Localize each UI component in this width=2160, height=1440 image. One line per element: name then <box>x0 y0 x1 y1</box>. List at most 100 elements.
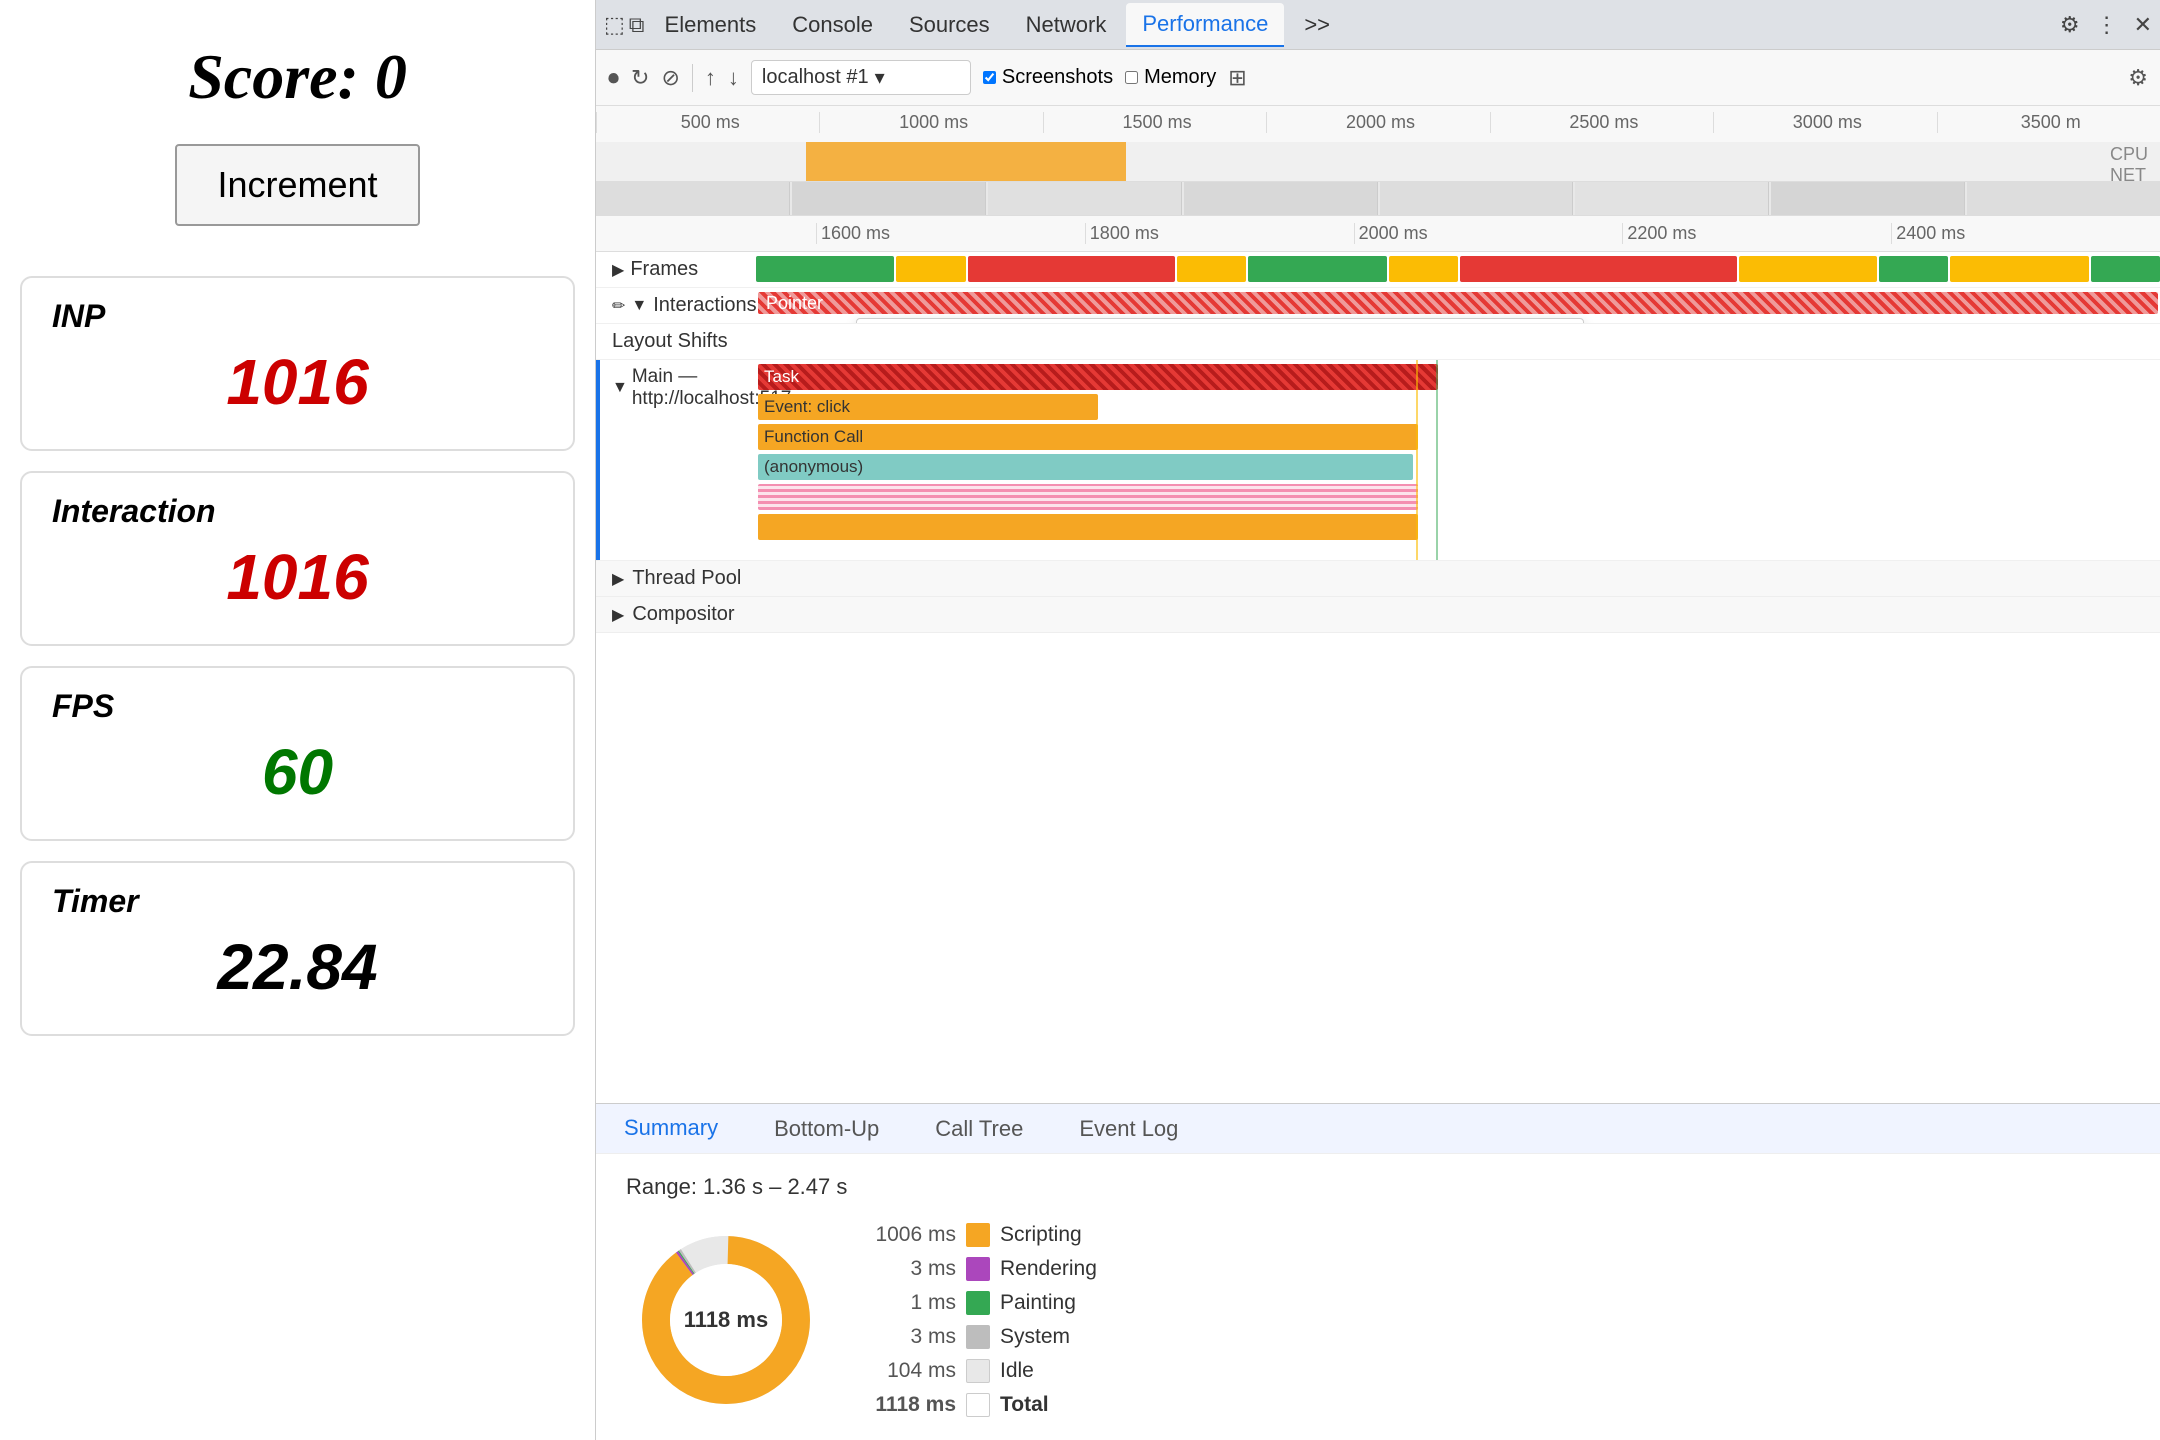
tab-bottom-up[interactable]: Bottom-Up <box>746 1104 907 1154</box>
score-title: Score: 0 <box>188 40 407 114</box>
layout-shifts-label[interactable]: Layout Shifts <box>596 330 756 353</box>
interactions-content: Pointer 1.02 s Pointer Long interaction … <box>756 288 2160 323</box>
ruler2-2000: 2000 ms <box>1354 223 1623 244</box>
main-thread-chevron[interactable]: ▼ <box>612 379 628 397</box>
timeline-ruler: 500 ms 1000 ms 1500 ms 2000 ms 2500 ms 3… <box>596 106 2160 142</box>
devtools-toolbar-icons: ⚙ ⋮ ✕ <box>2060 12 2152 38</box>
ruler2-2200: 2200 ms <box>1622 223 1891 244</box>
summary-content: 1118 ms 1006 ms Scripting 3 ms Rendering <box>626 1220 2130 1420</box>
interaction-tooltip: 1.02 s Pointer Long interaction is indic… <box>856 318 1584 323</box>
interactions-label[interactable]: ✏ ▼ Interactions <box>596 294 756 317</box>
cpu-highlight <box>806 142 1126 182</box>
devtools-tabbar: ⬚ ⧉ Elements Console Sources Network Per… <box>596 0 2160 50</box>
donut-center: 1118 ms <box>684 1307 768 1333</box>
session-selector[interactable]: localhost #1 ▾ <box>751 60 971 95</box>
timeline-labels: CPU NET <box>2110 144 2148 186</box>
timeline-overview[interactable]: 500 ms 1000 ms 1500 ms 2000 ms 2500 ms 3… <box>596 106 2160 216</box>
tab-network[interactable]: Network <box>1010 4 1123 46</box>
frames-bar <box>756 256 2160 282</box>
idle-swatch <box>966 1359 990 1383</box>
ruler-mark-3000: 3000 ms <box>1713 112 1936 133</box>
devtools-panel: ⬚ ⧉ Elements Console Sources Network Per… <box>595 0 2160 1440</box>
tab-elements[interactable]: Elements <box>649 4 773 46</box>
capture-icon[interactable]: ⊞ <box>1228 65 1246 91</box>
cpu-bar <box>596 142 2160 182</box>
compositor-chevron[interactable]: ▶ <box>612 605 624 625</box>
event-click-bar[interactable]: Event: click <box>758 394 1098 420</box>
ruler-mark-3500: 3500 m <box>1937 112 2160 133</box>
compositor-section[interactable]: ▶ Compositor <box>596 597 2160 633</box>
interactions-chevron[interactable]: ▼ <box>631 297 647 315</box>
tab-performance[interactable]: Performance <box>1126 3 1284 47</box>
timer-value: 22.84 <box>52 930 543 1004</box>
tab-summary[interactable]: Summary <box>596 1103 746 1155</box>
record-icon[interactable]: ⏺ <box>608 65 619 91</box>
system-swatch <box>966 1325 990 1349</box>
legend-idle: 104 ms Idle <box>866 1359 1097 1383</box>
thread-pool-section[interactable]: ▶ Thread Pool <box>596 561 2160 597</box>
settings2-icon[interactable]: ⚙ <box>2128 65 2148 91</box>
pencil-icon: ✏ <box>612 296 625 316</box>
task-bar[interactable]: Task <box>758 364 1438 390</box>
main-thread-section: ▼ Main — http://localhost:517 Task Event… <box>596 360 2160 561</box>
download-icon[interactable]: ↓ <box>728 65 739 91</box>
settings-icon[interactable]: ⚙ <box>2060 12 2080 38</box>
left-panel: Score: 0 Increment INP 1016 Interaction … <box>0 0 595 1440</box>
ruler-mark-500: 500 ms <box>596 112 819 133</box>
reload-icon[interactable]: ↻ <box>631 65 649 91</box>
memory-toggle[interactable]: Memory <box>1125 66 1216 89</box>
summary-legend: 1006 ms Scripting 3 ms Rendering 1 ms Pa… <box>866 1223 1097 1417</box>
frames-content <box>756 252 2160 287</box>
frames-label[interactable]: ▶ Frames <box>596 258 756 281</box>
ruler2-2400: 2400 ms <box>1891 223 2160 244</box>
legend-scripting: 1006 ms Scripting <box>866 1223 1097 1247</box>
bottom-tabs: Summary Bottom-Up Call Tree Event Log <box>596 1103 2160 1153</box>
close-icon[interactable]: ✕ <box>2134 12 2152 38</box>
interactions-track: ✏ ▼ Interactions Pointer 1.02 s Pointer … <box>596 288 2160 324</box>
legend-system: 3 ms System <box>866 1325 1097 1349</box>
memory-checkbox[interactable] <box>1125 71 1138 84</box>
device-icon[interactable]: ⧉ <box>629 12 645 38</box>
tab-event-log[interactable]: Event Log <box>1051 1104 1206 1154</box>
legend-painting: 1 ms Painting <box>866 1291 1097 1315</box>
ruler-mark-1500: 1500 ms <box>1043 112 1266 133</box>
separator1 <box>692 64 693 92</box>
screenshots-checkbox[interactable] <box>983 71 996 84</box>
thread-pool-chevron[interactable]: ▶ <box>612 569 624 589</box>
function-call-bar[interactable]: Function Call <box>758 424 1418 450</box>
increment-button[interactable]: Increment <box>175 144 419 226</box>
inp-label: INP <box>52 298 543 335</box>
interaction-label: Interaction <box>52 493 543 530</box>
frames-chevron[interactable]: ▶ <box>612 260 624 280</box>
interaction-card: Interaction 1016 <box>20 471 575 646</box>
tab-more[interactable]: >> <box>1288 4 1346 46</box>
summary-range: Range: 1.36 s – 2.47 s <box>626 1174 2130 1200</box>
tab-call-tree[interactable]: Call Tree <box>907 1104 1051 1154</box>
main-thread-label[interactable]: ▼ Main — http://localhost:517 <box>596 360 756 416</box>
layout-shifts-track: Layout Shifts <box>596 324 2160 360</box>
pink-bar <box>758 484 1418 510</box>
inp-value: 1016 <box>52 345 543 419</box>
chevron-down-icon: ▾ <box>875 65 885 90</box>
interaction-value: 1016 <box>52 540 543 614</box>
cursor-icon[interactable]: ⬚ <box>604 12 625 38</box>
painting-swatch <box>966 1291 990 1315</box>
fps-card: FPS 60 <box>20 666 575 841</box>
screenshots-toggle[interactable]: Screenshots <box>983 66 1113 89</box>
clear-icon[interactable]: ⊘ <box>661 65 679 91</box>
anonymous-bar[interactable]: (anonymous) <box>758 454 1413 480</box>
track-area[interactable]: ▶ Frames <box>596 252 2160 1103</box>
main-thread-content: Task Event: click Function Call (anonymo… <box>756 360 2160 560</box>
more-icon[interactable]: ⋮ <box>2096 12 2118 38</box>
vertical-line-1 <box>1416 360 1418 560</box>
tab-sources[interactable]: Sources <box>893 4 1006 46</box>
timer-card: Timer 22.84 <box>20 861 575 1036</box>
ruler-mark-2000: 2000 ms <box>1266 112 1489 133</box>
total-swatch <box>966 1393 990 1417</box>
tab-console[interactable]: Console <box>776 4 889 46</box>
perf-ruler2: 1600 ms 1800 ms 2000 ms 2200 ms 2400 ms <box>596 216 2160 252</box>
pointer-bar[interactable]: Pointer <box>758 292 2158 314</box>
legend-total: 1118 ms Total <box>866 1393 1097 1417</box>
timer-label: Timer <box>52 883 543 920</box>
upload-icon[interactable]: ↑ <box>705 65 716 91</box>
